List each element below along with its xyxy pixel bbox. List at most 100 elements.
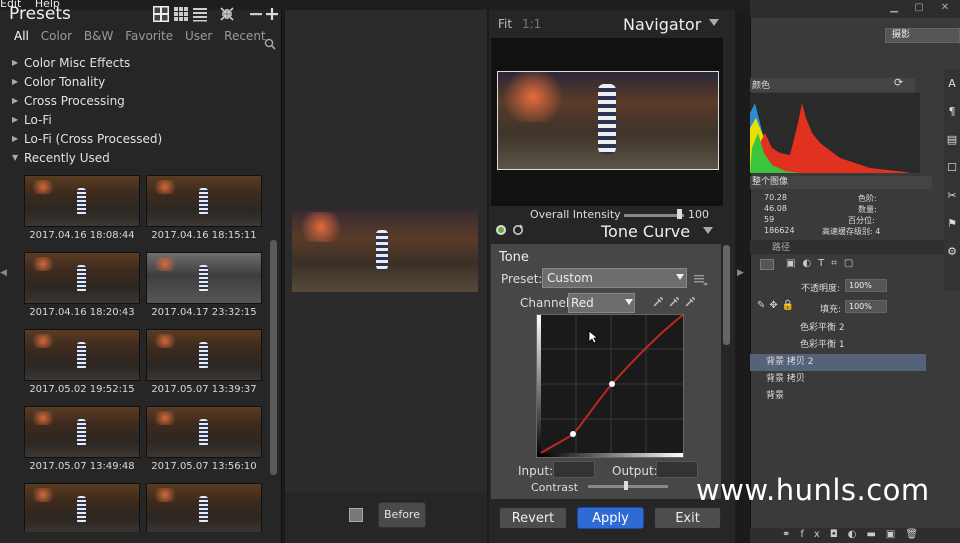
preset-thumbnail[interactable] (146, 329, 262, 381)
navigator-thumbnail[interactable] (497, 71, 719, 170)
grid-large-view-icon[interactable] (153, 6, 169, 22)
preset-thumbnail[interactable] (146, 406, 262, 458)
preview-image[interactable] (292, 210, 478, 292)
preset-thumbnail-label: 2017.04.16 18:15:11 (151, 230, 257, 241)
preset-label: Preset: (501, 272, 543, 286)
close-icon[interactable]: ✕ (936, 2, 954, 14)
tab-all[interactable]: All (14, 29, 29, 43)
preset-group-color-tonality[interactable]: ▶ Color Tonality (12, 72, 280, 91)
tone-curve-title: Tone Curve (601, 222, 691, 241)
preset-thumbnail[interactable] (24, 175, 140, 227)
tab-user[interactable]: User (185, 29, 212, 43)
zoom-1-1-button[interactable]: 1:1 (522, 17, 541, 31)
overall-intensity-slider[interactable] (624, 214, 684, 217)
tab-bw[interactable]: B&W (84, 29, 113, 43)
minimize-icon[interactable]: ▁ (885, 2, 903, 14)
preset-thumbnail[interactable] (24, 406, 140, 458)
exit-button[interactable]: Exit (654, 507, 721, 529)
histogram-graph (750, 103, 910, 173)
stat-stddev: 46.08 (764, 204, 787, 213)
list-view-icon[interactable] (192, 6, 208, 22)
menu-lines-icon[interactable] (694, 274, 708, 286)
tone-preset-select[interactable]: Custom (542, 268, 687, 288)
layer-row[interactable]: 背景 拷贝 (750, 371, 926, 388)
layer-filter-select[interactable] (760, 259, 774, 270)
tab-color[interactable]: Color (41, 29, 72, 43)
contrast-slider[interactable] (588, 485, 668, 488)
layer-row[interactable]: 背景 (750, 388, 926, 405)
dropdown-arrow-icon (625, 299, 633, 305)
menu-bar: Edit Help (0, 0, 750, 10)
preset-thumbnail[interactable] (146, 483, 262, 532)
histogram-source-select[interactable]: 整个图像 (750, 176, 932, 189)
layer-row[interactable]: 背景 拷贝 2 (750, 354, 926, 371)
mouse-cursor-icon (588, 330, 598, 344)
revert-button[interactable]: Revert (499, 507, 567, 529)
collapse-icon[interactable] (219, 6, 235, 22)
tab-paths[interactable]: 路径 (772, 243, 790, 253)
before-button[interactable]: Before (378, 502, 426, 528)
preset-thumbnail[interactable] (24, 483, 140, 532)
eyedropper-white-icon[interactable] (684, 296, 696, 308)
grid-small-view-icon[interactable] (173, 6, 189, 22)
preset-thumbnail-label: 2017.04.16 18:08:44 (29, 230, 135, 241)
preset-group-lofi[interactable]: ▶ Lo-Fi (12, 110, 280, 129)
remove-preset-icon[interactable] (248, 6, 264, 22)
curve-svg[interactable] (537, 314, 684, 457)
curve-control-point[interactable] (570, 431, 576, 437)
stat-cache-label: 高速缓存级别: 4 (822, 227, 881, 236)
presets-scrollbar[interactable] (270, 240, 277, 475)
preset-thumbnail[interactable] (146, 252, 262, 304)
fill-field[interactable]: 100% (845, 300, 887, 313)
channel-label: Channel: (520, 296, 574, 310)
tool-icons[interactable]: A ¶ ▤ ☐ ✂ ⚑ ⚙ (944, 70, 960, 266)
layer-row[interactable]: 色彩平衡 1 (750, 337, 926, 354)
expand-arrow-icon: ▶ (12, 58, 19, 67)
filter-enable-icon[interactable] (495, 224, 507, 236)
preset-thumbnail-label: 2017.05.02 19:52:15 (29, 384, 135, 395)
stat-level-label: 色阶: (858, 194, 877, 203)
preset-thumbnail[interactable] (24, 252, 140, 304)
curve-output-field[interactable] (656, 461, 698, 478)
restore-icon[interactable]: ▢ (910, 2, 928, 14)
slider-handle[interactable] (677, 209, 682, 219)
curve-control-point[interactable] (609, 381, 615, 387)
navigator-title: Navigator (623, 15, 702, 34)
layer-filter-icons[interactable]: ▣◐T⌗▢ (786, 258, 860, 269)
layer-name: 背景 (766, 391, 785, 401)
workspace-select[interactable]: 摄影 (885, 28, 960, 43)
preset-group-cross-processing[interactable]: ▶ Cross Processing (12, 91, 280, 110)
tone-curve-scrollbar[interactable] (723, 245, 730, 345)
add-preset-icon[interactable] (264, 6, 280, 22)
layer-row[interactable]: 色彩平衡 2 (750, 320, 926, 337)
curve-input-field[interactable] (553, 461, 595, 478)
eyedropper-gray-icon[interactable] (668, 296, 680, 308)
preset-thumbnail[interactable] (24, 329, 140, 381)
chevron-down-icon[interactable] (709, 19, 719, 27)
layer-action-icons[interactable]: ⚭fx◘◐▬▣🗑 (782, 529, 928, 540)
preset-thumbnail[interactable] (146, 175, 262, 227)
layer-name: 背景 拷贝 2 (766, 357, 814, 367)
stat-count-label: 数量: (858, 205, 877, 214)
lock-icons[interactable]: ✎✥🔒 (757, 300, 798, 311)
collapse-left-panel-icon[interactable]: ◀ (0, 268, 7, 278)
tab-favorite[interactable]: Favorite (125, 29, 173, 43)
zoom-fit-button[interactable]: Fit (498, 17, 512, 31)
tab-recent[interactable]: Recent (224, 29, 265, 43)
opacity-field[interactable]: 100% (845, 279, 887, 292)
histogram-channel-select[interactable]: 颜色 (750, 78, 915, 92)
apply-button[interactable]: Apply (577, 507, 644, 529)
photoshop-tool-strip: A ¶ ▤ ☐ ✂ ⚑ ⚙ (944, 70, 960, 290)
background-color-swatch[interactable] (349, 508, 363, 522)
search-icon[interactable] (264, 38, 276, 50)
tone-curve-graph[interactable] (536, 314, 684, 458)
preset-thumbnail-label: 2017.04.17 23:32:15 (151, 307, 257, 318)
collapse-right-panel-icon[interactable]: ▶ (737, 268, 744, 278)
reset-icon[interactable] (512, 224, 524, 236)
eyedropper-black-icon[interactable] (652, 296, 664, 308)
slider-handle[interactable] (624, 481, 628, 490)
refresh-icon[interactable]: ⟳ (894, 76, 903, 89)
preset-group-lofi-cross[interactable]: ▶ Lo-Fi (Cross Processed) (12, 129, 280, 148)
chevron-down-icon[interactable] (703, 227, 713, 235)
preset-group-color-misc[interactable]: ▶ Color Misc Effects (12, 53, 280, 72)
